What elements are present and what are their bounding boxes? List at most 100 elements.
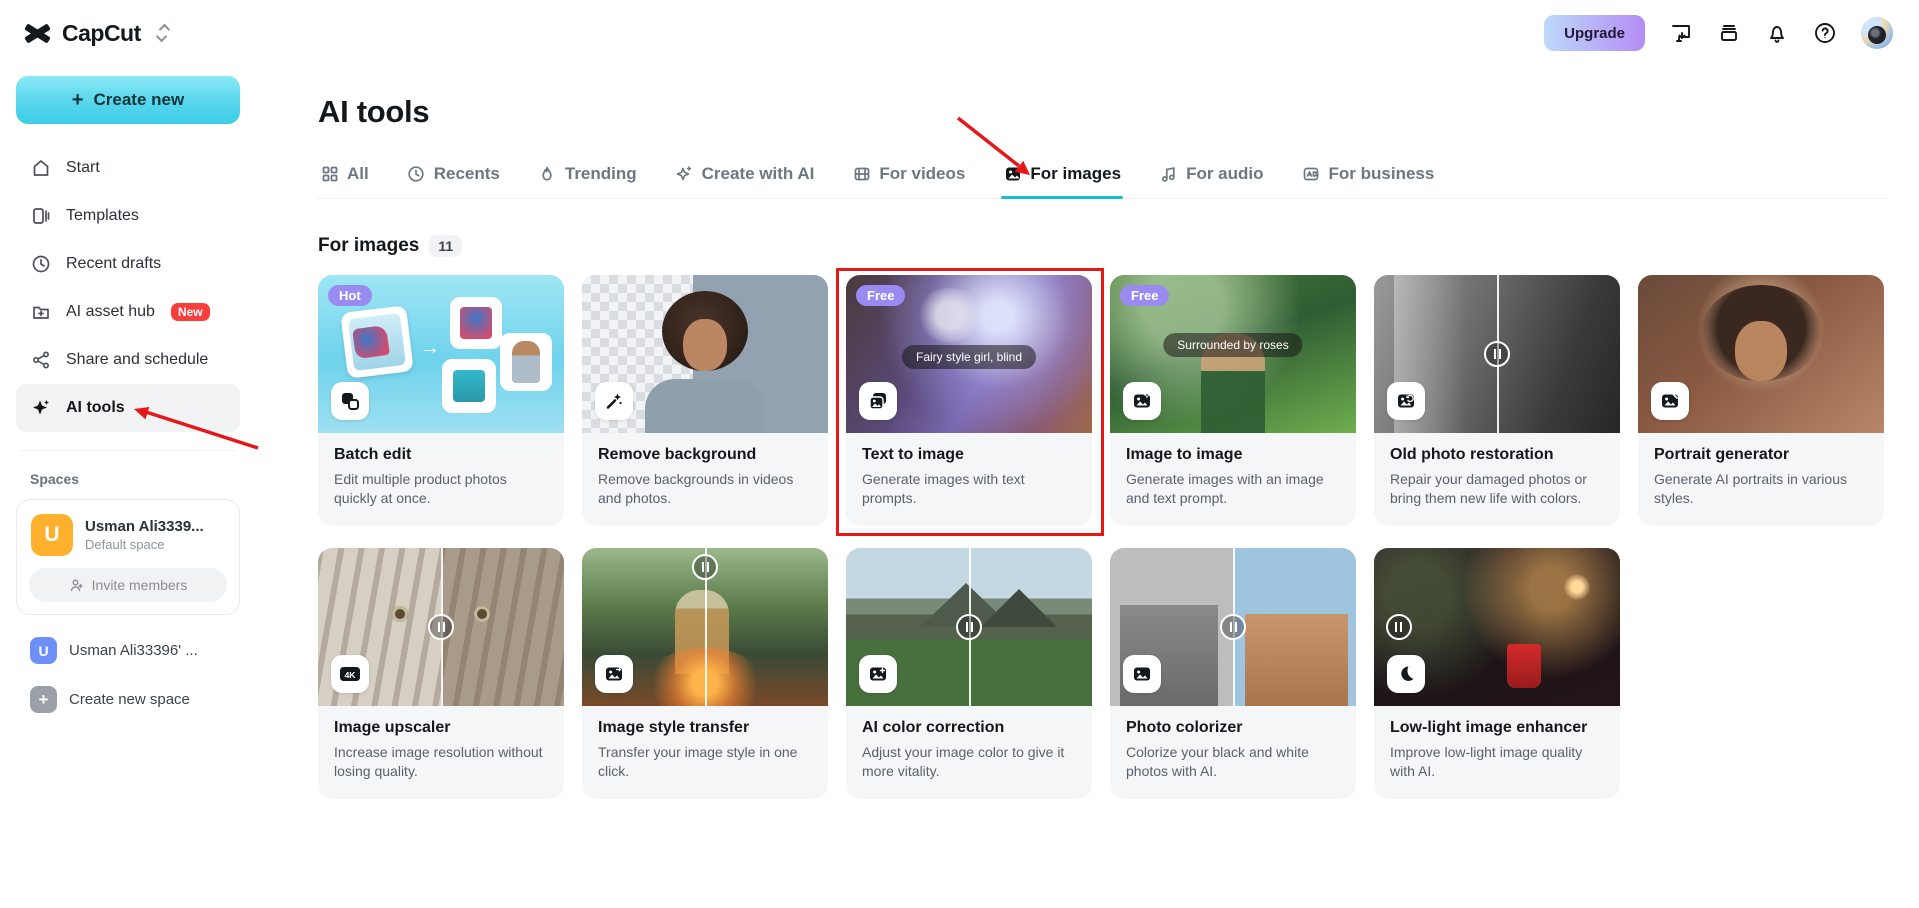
tool-card-portrait-generator[interactable]: Portrait generator Generate AI portraits… (1638, 275, 1884, 526)
new-badge: New (171, 303, 210, 321)
tool-card-low-light-image-enhancer[interactable]: Low-light image enhancer Improve low-lig… (1374, 548, 1620, 799)
tool-title: Text to image (862, 446, 1076, 464)
tab-create-with-ai[interactable]: Create with AI (673, 156, 817, 198)
help-icon[interactable] (1813, 21, 1837, 45)
compare-handle[interactable] (1484, 341, 1510, 367)
tool-card-old-photo-restoration[interactable]: Old photo restoration Repair your damage… (1374, 275, 1620, 526)
plus-icon: + (30, 686, 57, 713)
page-title: AI tools (318, 94, 1889, 130)
templates-icon (30, 205, 52, 227)
sparkle-icon (30, 397, 52, 419)
tool-card-ai-color-correction[interactable]: AI color correction Adjust your image co… (846, 548, 1092, 799)
secondary-space-item[interactable]: U Usman Ali33396' ... (30, 637, 240, 664)
tool-title: Batch edit (334, 446, 548, 464)
tab-for-videos[interactable]: For videos (850, 156, 967, 198)
portrait-generator-thumbnail (1638, 275, 1884, 433)
upgrade-button[interactable]: Upgrade (1544, 15, 1645, 51)
tool-title: Remove background (598, 446, 812, 464)
capcut-logo-icon (22, 20, 52, 46)
logo-text: CapCut (62, 20, 141, 47)
compare-handle[interactable] (956, 614, 982, 640)
sidebar-item-start[interactable]: Start (16, 144, 240, 192)
hot-badge: Hot (328, 285, 372, 306)
section-count-badge: 11 (429, 235, 462, 257)
create-new-space-item[interactable]: + Create new space (30, 686, 240, 713)
tab-label: Recents (434, 164, 500, 184)
sparkle-plus-icon (675, 165, 694, 184)
tool-card-text-to-image[interactable]: Free Fairy style girl, blind Text to ima… (846, 275, 1092, 526)
screen-mirror-icon[interactable] (1669, 21, 1693, 45)
portrait-edit-icon (1651, 382, 1689, 420)
invite-members-label: Invite members (92, 577, 188, 593)
batch-edit-icon (331, 382, 369, 420)
tab-recents[interactable]: Recents (405, 156, 502, 198)
tool-title: Photo colorizer (1126, 719, 1340, 737)
tool-description: Repair your damaged photos or bring them… (1390, 470, 1604, 508)
tool-title: Image style transfer (598, 719, 812, 737)
workspace-stack-icon[interactable] (1717, 21, 1741, 45)
tool-description: Increase image resolution without losing… (334, 743, 548, 781)
tab-for-audio[interactable]: For audio (1157, 156, 1265, 198)
compare-handle[interactable] (692, 554, 718, 580)
sidebar-item-ai-asset-hub[interactable]: AI asset hub New (16, 288, 240, 336)
tool-description: Colorize your black and white photos wit… (1126, 743, 1340, 781)
spaces-title: Spaces (30, 471, 240, 487)
sidebar-item-templates[interactable]: Templates (16, 192, 240, 240)
tool-description: Generate images with an image and text p… (1126, 470, 1340, 508)
create-new-label: Create new (93, 90, 184, 110)
free-badge: Free (856, 285, 905, 306)
music-note-icon (1159, 165, 1178, 184)
tool-card-image-style-transfer[interactable]: Image style transfer Transfer your image… (582, 548, 828, 799)
primary-space-card[interactable]: U Usman Ali3339... Default space Invite … (16, 499, 240, 615)
image-restore-icon (1387, 382, 1425, 420)
invite-members-button[interactable]: Invite members (29, 568, 227, 602)
clock-icon (407, 165, 426, 184)
sidebar-item-recent-drafts[interactable]: Recent drafts (16, 240, 240, 288)
notifications-bell-icon[interactable] (1765, 21, 1789, 45)
tab-all[interactable]: All (318, 156, 371, 198)
compare-handle[interactable] (1386, 614, 1412, 640)
moon-icon (1387, 655, 1425, 693)
sidebar-item-share-and-schedule[interactable]: Share and schedule (16, 336, 240, 384)
image-sparkle-icon (1123, 382, 1161, 420)
main-content: AI tools All Recents Trending Create wit… (256, 66, 1919, 908)
workspace-switcher-icon[interactable] (159, 24, 167, 42)
tool-description: Generate images with text prompts. (862, 470, 1076, 508)
user-avatar[interactable] (1861, 17, 1893, 49)
home-icon (30, 157, 52, 179)
tab-label: For videos (879, 164, 965, 184)
secondary-space-name: Usman Ali33396' ... (69, 642, 198, 659)
tool-description: Remove backgrounds in videos and photos. (598, 470, 812, 508)
tool-card-image-to-image[interactable]: Free Surrounded by roses Image to image … (1110, 275, 1356, 526)
business-ad-icon (1302, 165, 1321, 184)
secondary-space-avatar: U (30, 637, 57, 664)
tool-card-photo-colorizer[interactable]: Photo colorizer Colorize your black and … (1110, 548, 1356, 799)
tab-label: All (347, 164, 369, 184)
prompt-pill: Surrounded by roses (1163, 333, 1302, 357)
compare-handle[interactable] (428, 614, 454, 640)
image-plus-icon (859, 655, 897, 693)
tab-label: For business (1329, 164, 1435, 184)
tab-for-images[interactable]: For images (1001, 156, 1123, 198)
arrow-icon: → (420, 337, 440, 360)
image-colorize-icon (1123, 655, 1161, 693)
flame-icon (538, 165, 557, 184)
tool-card-image-upscaler[interactable]: 4K Image upscaler Increase image resolut… (318, 548, 564, 799)
sidebar-item-label: AI asset hub (66, 303, 155, 321)
tool-description: Improve low-light image quality with AI. (1390, 743, 1604, 781)
tab-trending[interactable]: Trending (536, 156, 639, 198)
sidebar-item-ai-tools[interactable]: AI tools (16, 384, 240, 432)
capcut-brand[interactable]: CapCut (22, 20, 167, 47)
tab-for-business[interactable]: For business (1300, 156, 1437, 198)
tool-card-batch-edit[interactable]: → Hot Batch edit Edit multiple product p… (318, 275, 564, 526)
create-new-button[interactable]: + Create new (16, 76, 240, 124)
image-to-image-thumbnail: Free Surrounded by roses (1110, 275, 1356, 433)
tool-description: Adjust your image color to give it more … (862, 743, 1076, 781)
tool-card-remove-background[interactable]: Remove background Remove backgrounds in … (582, 275, 828, 526)
tool-description: Generate AI portraits in various styles. (1654, 470, 1868, 508)
folder-star-icon (30, 301, 52, 323)
sidebar-item-label: Recent drafts (66, 255, 161, 273)
sidebar-divider (20, 450, 236, 451)
remove-background-thumbnail (582, 275, 828, 433)
compare-handle[interactable] (1220, 614, 1246, 640)
